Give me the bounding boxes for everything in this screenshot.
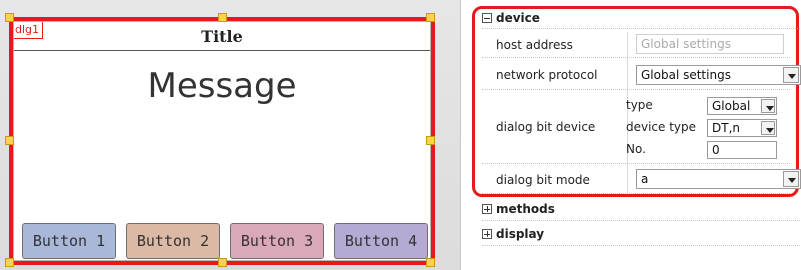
type-label: type xyxy=(626,98,653,112)
resize-handle-top-left[interactable] xyxy=(5,13,14,22)
host-address-label: host address xyxy=(496,38,573,52)
expand-icon[interactable] xyxy=(482,229,492,239)
methods-group-label: methods xyxy=(496,202,555,216)
device-group-label: device xyxy=(496,11,540,25)
network-protocol-label: network protocol xyxy=(496,68,598,82)
expand-icon[interactable] xyxy=(482,204,492,214)
resize-handle-left[interactable] xyxy=(5,136,14,145)
device-group-header[interactable]: device xyxy=(482,7,540,29)
divider xyxy=(482,28,800,29)
network-protocol-select[interactable]: Global settings xyxy=(636,65,801,85)
dialog-bit-mode-value: a xyxy=(641,172,649,186)
property-row-network-protocol: network protocol Global settings xyxy=(482,58,801,90)
dialog-button-1[interactable]: Button 1 xyxy=(22,223,116,259)
chevron-down-icon[interactable] xyxy=(783,67,799,83)
chevron-down-icon[interactable] xyxy=(761,99,775,113)
network-protocol-value: Global settings xyxy=(641,68,731,82)
methods-group-header[interactable]: methods xyxy=(482,198,555,220)
design-canvas[interactable]: Title dlg1 Message Button 1 Button 2 But… xyxy=(0,0,460,270)
chevron-down-icon[interactable] xyxy=(783,171,799,187)
device-type-value: DT,n xyxy=(712,121,740,135)
resize-handle-top[interactable] xyxy=(218,13,227,22)
divider xyxy=(627,164,628,193)
divider xyxy=(482,245,800,246)
chevron-down-icon[interactable] xyxy=(761,121,775,135)
type-select[interactable]: Global xyxy=(707,97,777,115)
dialog-title: Title xyxy=(14,22,430,51)
dialog-bit-device-label: dialog bit device xyxy=(496,120,596,134)
dialog-button-2[interactable]: Button 2 xyxy=(126,223,220,259)
resize-handle-bottom[interactable] xyxy=(218,258,227,267)
property-row-dialog-bit-device: dialog bit device type Global device typ… xyxy=(482,90,790,164)
no-label: No. xyxy=(626,142,646,156)
device-type-select[interactable]: DT,n xyxy=(707,119,777,137)
resize-handle-bottom-left[interactable] xyxy=(5,258,14,267)
display-group-label: display xyxy=(496,227,545,241)
property-panel: device host address Global settings netw… xyxy=(462,0,801,270)
host-address-field: Global settings xyxy=(636,34,784,54)
divider xyxy=(627,58,628,89)
display-group-header[interactable]: display xyxy=(482,223,544,245)
property-row-dialog-bit-mode: dialog bit mode a xyxy=(482,164,801,194)
no-input[interactable]: 0 xyxy=(707,141,777,159)
type-value: Global xyxy=(712,99,751,113)
dialog-bit-mode-label: dialog bit mode xyxy=(496,173,590,187)
resize-handle-top-right[interactable] xyxy=(426,13,435,22)
dialog-button-4[interactable]: Button 4 xyxy=(334,223,428,259)
panel-divider[interactable] xyxy=(460,0,461,270)
dialog-bit-mode-select[interactable]: a xyxy=(636,169,801,189)
dialog-button-3[interactable]: Button 3 xyxy=(230,223,324,259)
resize-handle-bottom-right[interactable] xyxy=(426,258,435,267)
dialog-dlg1[interactable]: Title dlg1 Message Button 1 Button 2 But… xyxy=(9,17,435,265)
divider xyxy=(627,32,628,57)
resize-handle-right[interactable] xyxy=(426,136,435,145)
property-row-host-address: host address Global settings xyxy=(482,32,790,58)
dialog-message: Message xyxy=(147,66,297,106)
device-type-label: device type xyxy=(626,120,697,134)
dialog-body: Title dlg1 Message Button 1 Button 2 But… xyxy=(13,21,431,261)
divider xyxy=(482,220,800,221)
collapse-icon[interactable] xyxy=(482,13,492,23)
dialog-id-tag: dlg1 xyxy=(14,22,43,39)
